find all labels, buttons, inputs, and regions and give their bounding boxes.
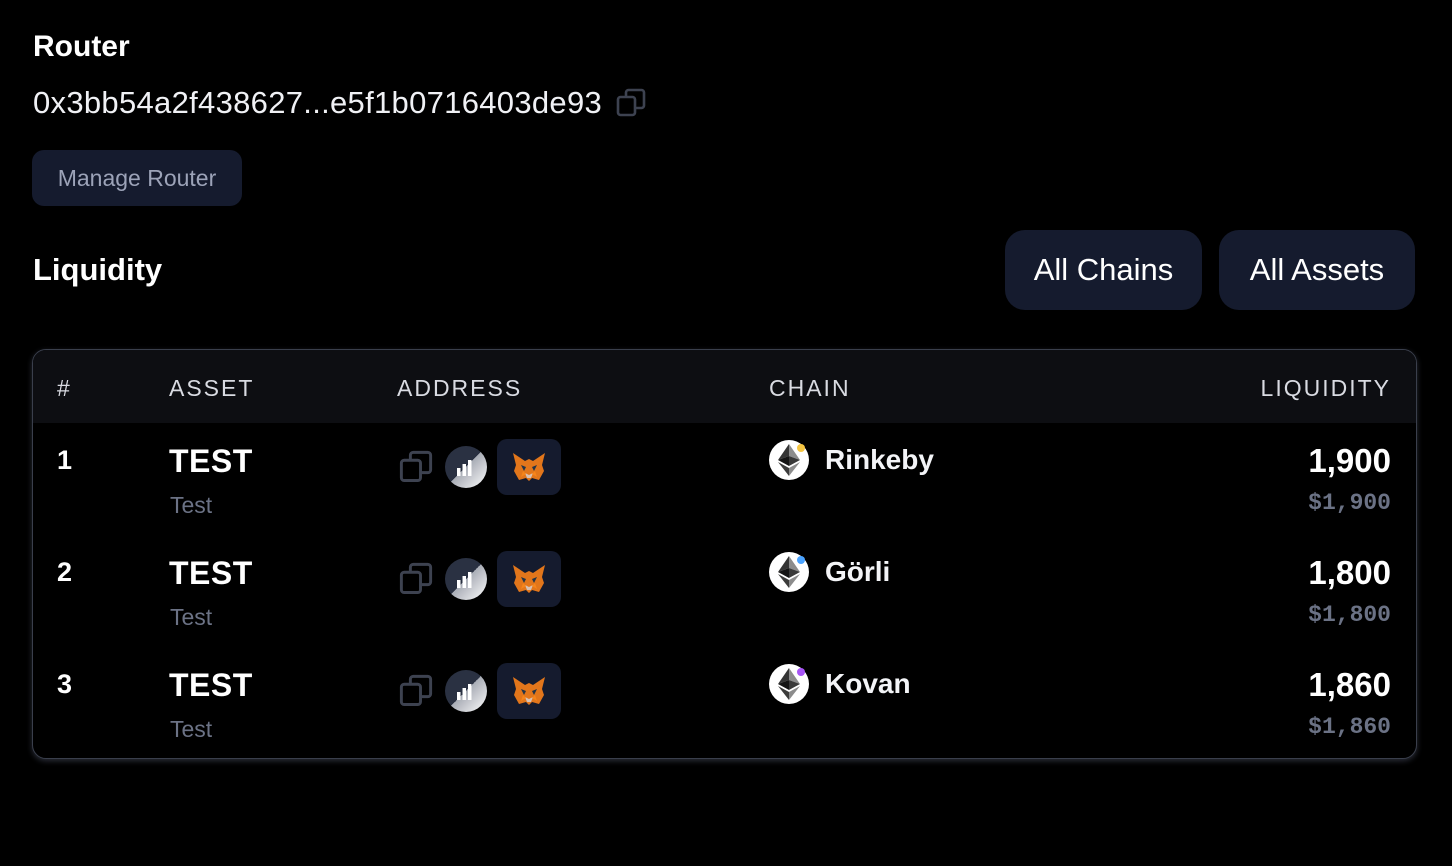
row-number: 2: [57, 557, 73, 587]
copy-icon[interactable]: [397, 672, 435, 710]
copy-icon[interactable]: [397, 560, 435, 598]
metamask-fox-icon[interactable]: [497, 663, 561, 719]
copy-icon[interactable]: [614, 86, 648, 120]
liquidity-amount: 1,860: [1308, 666, 1391, 703]
router-title: Router: [33, 30, 130, 63]
chain-cell: Kovan: [769, 664, 911, 704]
address-actions: [397, 439, 561, 495]
header-number: #: [57, 375, 72, 401]
asset-name: Test: [170, 492, 213, 518]
asset-symbol: TEST: [169, 443, 253, 479]
manage-router-button[interactable]: Manage Router: [32, 150, 242, 206]
liquidity-usd: $1,800: [1308, 602, 1391, 628]
copy-icon[interactable]: [397, 448, 435, 486]
testnet-dot: [797, 556, 805, 564]
block-explorer-icon[interactable]: [445, 670, 487, 712]
router-page: Router 0x3bb54a2f438627...e5f1b0716403de…: [0, 0, 1452, 866]
table-header: # ASSET ADDRESS CHAIN LIQUIDITY: [33, 350, 1416, 423]
chain-name: Kovan: [825, 668, 911, 699]
address-actions: [397, 551, 561, 607]
all-chains-filter-button[interactable]: All Chains: [1005, 230, 1202, 310]
block-explorer-icon[interactable]: [445, 558, 487, 600]
liquidity-amount: 1,900: [1308, 442, 1391, 479]
liquidity-title: Liquidity: [33, 252, 163, 287]
row-number: 1: [57, 445, 73, 475]
asset-symbol: TEST: [169, 555, 253, 591]
table-row: 3 TEST Test Kovan 1,860 $1,860: [33, 647, 1416, 758]
testnet-dot: [797, 444, 805, 452]
liquidity-amount: 1,800: [1308, 554, 1391, 591]
block-explorer-icon[interactable]: [445, 446, 487, 488]
chain-cell: Rinkeby: [769, 440, 934, 480]
header-address: ADDRESS: [397, 375, 523, 401]
row-number: 3: [57, 669, 73, 699]
asset-name: Test: [170, 716, 213, 742]
all-assets-filter-button[interactable]: All Assets: [1219, 230, 1415, 310]
liquidity-usd: $1,860: [1308, 714, 1391, 740]
router-address: 0x3bb54a2f438627...e5f1b0716403de93: [33, 85, 603, 120]
router-address-row: 0x3bb54a2f438627...e5f1b0716403de93: [33, 82, 648, 124]
asset-name: Test: [170, 604, 213, 630]
liquidity-table: # ASSET ADDRESS CHAIN LIQUIDITY 1 TEST T…: [32, 349, 1417, 759]
table-row: 2 TEST Test Görli 1,800 $1,800: [33, 535, 1416, 647]
ethereum-icon: [769, 664, 809, 704]
chain-name: Görli: [825, 556, 891, 587]
metamask-fox-icon[interactable]: [497, 439, 561, 495]
ethereum-icon: [769, 552, 809, 592]
address-actions: [397, 663, 561, 719]
chain-cell: Görli: [769, 552, 890, 592]
liquidity-usd: $1,900: [1308, 490, 1391, 516]
metamask-fox-icon[interactable]: [497, 551, 561, 607]
header-asset: ASSET: [169, 375, 255, 401]
ethereum-icon: [769, 440, 809, 480]
table-row: 1 TEST Test Rinkeby 1,900 $1,900: [33, 423, 1416, 535]
header-liquidity: LIQUIDITY: [1260, 375, 1391, 401]
testnet-dot: [797, 668, 805, 676]
chain-name: Rinkeby: [825, 444, 934, 475]
asset-symbol: TEST: [169, 667, 253, 703]
header-chain: CHAIN: [769, 375, 851, 401]
